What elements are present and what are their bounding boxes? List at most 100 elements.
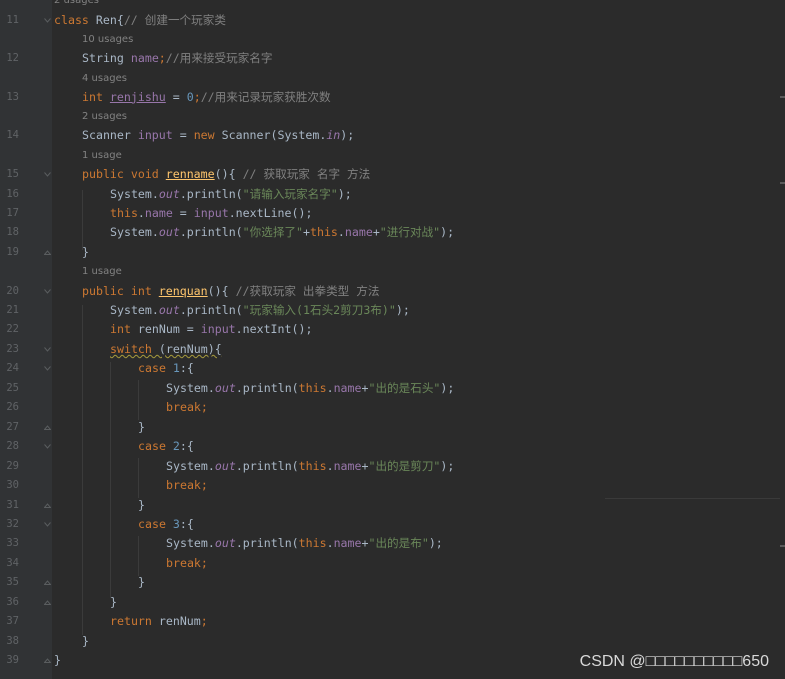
code-token: // 创建一个玩家类 [123,12,226,27]
code-line[interactable]: 17 this.name = input.nextLine(); [0,204,785,224]
code-text: } [82,632,89,652]
code-token: "出的是剪刀" [368,458,441,473]
code-token: } [138,419,145,434]
code-text: int renjishu = 0;//用来记录玩家获胜次数 [82,88,331,108]
code-line[interactable]: 16 System.out.println("请输入玩家名字"); [0,185,785,205]
code-text: int renNum = input.nextInt(); [110,320,312,340]
code-token: 3 [172,516,180,531]
code-token: int [110,322,138,337]
code-token: this [110,206,138,220]
code-line[interactable]: 14 Scanner input = new Scanner(System.in)… [0,126,785,146]
code-line[interactable]: 33 System.out.println(this.name+"出的是布"); [0,534,785,554]
code-token: public int [82,283,159,298]
fold-end-icon[interactable] [43,424,52,431]
code-line[interactable]: 25 System.out.println(this.name+"出的是石头"); [0,379,785,399]
code-line[interactable]: 27} [0,418,785,438]
fold-collapse-icon[interactable] [44,17,51,24]
code-token: "进行对战" [379,225,441,240]
line-number: 34 [6,556,19,569]
code-line[interactable]: 35} [0,573,785,593]
usage-hint-text: 1 usage [82,266,122,278]
usage-hint[interactable]: 10 usages [0,30,785,49]
code-line[interactable]: 22 int renNum = input.nextInt(); [0,320,785,340]
usage-hint[interactable]: 1 usage [0,146,785,165]
code-line[interactable]: 26 break; [0,398,785,418]
code-line[interactable]: 30 break; [0,476,785,496]
code-token: System. [166,458,215,473]
code-line[interactable]: 24 case 1:{ [0,359,785,379]
line-number: 12 [6,52,19,65]
fold-collapse-icon[interactable] [44,346,51,353]
code-token: ); [428,536,443,551]
line-number: 25 [6,381,19,394]
code-token: :{ [179,516,194,531]
code-line[interactable]: 28 case 2:{ [0,437,785,457]
usage-hint[interactable]: 4 usages [0,69,785,88]
code-line[interactable]: 21 System.out.println("玩家输入(1石头2剪刀3布)"); [0,301,785,321]
code-line[interactable]: 19} [0,243,785,263]
code-line[interactable]: 29 System.out.println(this.name+"出的是剪刀"); [0,457,785,477]
usage-hint-text: 4 usages [82,72,127,84]
code-line[interactable]: 20 public int renquan(){ //获取玩家 出拳类型 方法 [0,282,785,302]
code-line[interactable]: 23 switch (renNum){ [0,340,785,360]
code-text: this.name = input.nextLine(); [110,204,312,224]
code-token: //获取玩家 出拳类型 方法 [235,283,380,298]
line-number: 22 [6,323,19,336]
code-text: class Ren{// 创建一个玩家类 [54,11,226,31]
code-editor[interactable]: 2 usages 11 class Ren{// 创建一个玩家类 10 usages… [0,0,785,679]
fold-collapse-icon[interactable] [44,171,51,178]
fold-collapse-icon[interactable] [44,443,51,450]
line-number: 26 [6,401,19,414]
code-line[interactable]: 18 System.out.println("你选择了"+this.name+"进… [0,223,785,243]
fold-collapse-icon[interactable] [44,288,51,295]
usage-hint[interactable]: 1 usage [0,262,785,281]
code-token: name [130,51,159,66]
code-text: case 3:{ [138,515,194,535]
code-line[interactable]: 11 class Ren{// 创建一个玩家类 [0,11,785,31]
code-token: . [326,458,334,473]
code-token: renNum [158,614,201,629]
line-number: 17 [6,207,19,219]
code-token: (){ [214,167,243,182]
fold-end-icon[interactable] [43,657,52,664]
code-token: new [193,128,222,143]
fold-end-icon[interactable] [43,599,52,606]
code-text: System.out.println("你选择了"+this.name+"进行对… [110,223,454,243]
code-text: System.out.println(this.name+"出的是石头"); [166,379,454,399]
code-token: input [200,322,236,337]
code-token: name [333,536,362,551]
code-text: break; [166,554,208,574]
fold-end-icon[interactable] [43,249,52,256]
code-token: break [166,478,201,493]
fold-collapse-icon[interactable] [44,521,51,528]
line-number: 31 [6,498,19,511]
code-token: } [82,633,89,648]
code-token: name [144,206,173,220]
fold-end-icon[interactable] [43,502,52,509]
code-line[interactable]: 13 int renjishu = 0;//用来记录玩家获胜次数 [0,88,785,108]
indent-guide [138,458,139,498]
code-token: .println( [179,186,243,201]
code-token: return [110,614,159,629]
fold-collapse-icon[interactable] [44,365,51,372]
code-token: (){ [207,283,236,298]
code-token: + [303,225,310,240]
code-line[interactable]: 15 public void renname(){ // 获取玩家 名字 方法 [0,165,785,185]
line-number: 30 [6,479,19,492]
code-line[interactable]: 34 break; [0,554,785,574]
code-token: 0 [186,89,194,104]
code-token: this [298,536,327,551]
code-line[interactable]: 32 case 3:{ [0,515,785,535]
indent-guide [138,380,139,420]
code-line[interactable]: 36} [0,593,785,613]
fold-end-icon[interactable] [43,579,52,586]
usage-hint[interactable]: 2 usages [0,0,785,10]
usage-hint[interactable]: 2 usages [0,107,785,126]
code-line[interactable]: 37 return renNum; [0,612,785,632]
scroll-marker [780,182,785,184]
code-token: this [309,225,338,240]
line-number: 16 [6,187,19,200]
code-line[interactable]: 12 String name;//用来接受玩家名字 [0,49,785,69]
code-line[interactable]: 38} [0,632,785,652]
code-token: } [110,594,117,609]
